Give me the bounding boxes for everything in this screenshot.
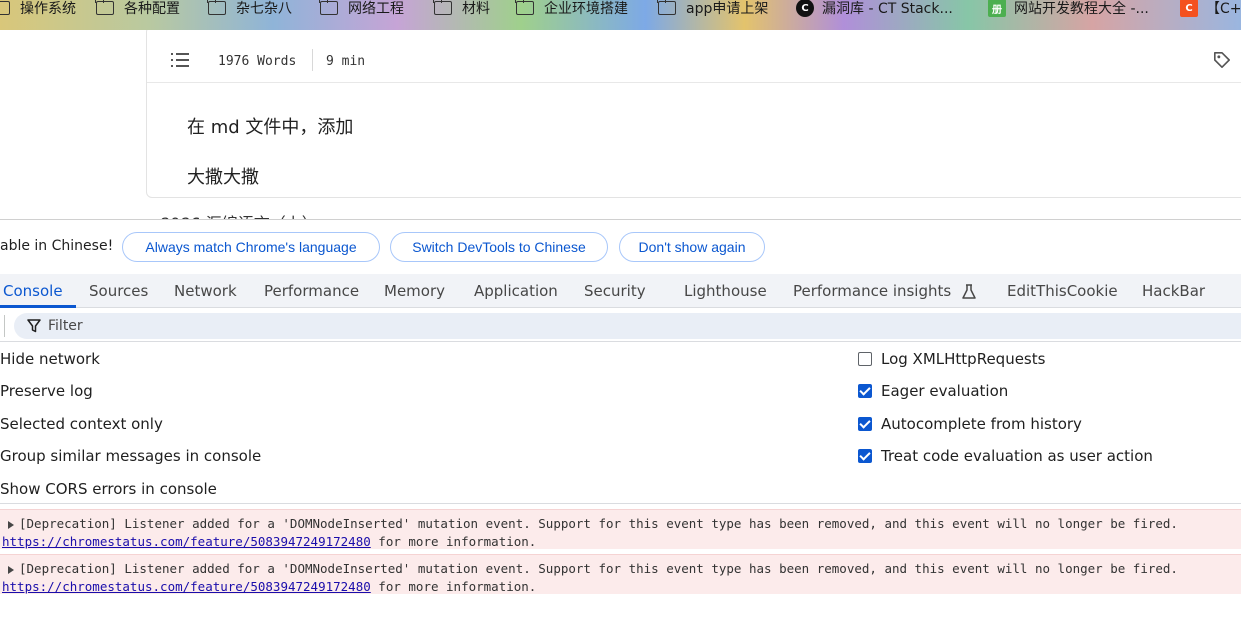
setting-autocomplete-history[interactable]: Autocomplete from history: [858, 415, 1082, 433]
tab-lighthouse[interactable]: Lighthouse: [684, 282, 767, 300]
toc-list-icon[interactable]: [171, 53, 189, 67]
setting-show-cors-errors[interactable]: Show CORS errors in console: [0, 480, 217, 498]
folder-icon: [0, 0, 10, 15]
active-tab-indicator: [0, 305, 76, 308]
setting-selected-context-only[interactable]: Selected context only: [0, 415, 163, 433]
switch-to-chinese-button[interactable]: Switch DevTools to Chinese: [390, 232, 608, 262]
checkbox-checked[interactable]: [858, 449, 872, 463]
flask-icon: [962, 283, 976, 299]
tab-sources[interactable]: Sources: [89, 282, 148, 300]
bookmark-folder[interactable]: 操作系统: [0, 0, 76, 17]
expand-triangle-icon[interactable]: [8, 520, 14, 529]
checkbox-checked[interactable]: [858, 417, 872, 431]
setting-eager-evaluation[interactable]: Eager evaluation: [858, 382, 1008, 400]
dont-show-again-button[interactable]: Don't show again: [619, 232, 765, 262]
filter-input[interactable]: Filter: [14, 313, 1241, 339]
folder-icon: [433, 0, 452, 15]
article-card: 1976 Words 9 min 在 md 文件中，添加 大撒大撒: [146, 30, 1241, 198]
message-link[interactable]: https://chromestatus.com/feature/5083947…: [2, 579, 371, 594]
bookmark-label: app申请上架: [686, 1, 769, 17]
bookmark-folder[interactable]: 材料: [433, 0, 490, 17]
checkbox-checked[interactable]: [858, 384, 872, 398]
filter-placeholder: Filter: [48, 318, 83, 334]
console-warning-message: [Deprecation] Listener added for a 'DOMN…: [0, 509, 1241, 549]
setting-label: Eager evaluation: [881, 382, 1009, 400]
tutorial-favicon: 册: [988, 0, 1006, 17]
bookmark-ctstack[interactable]: C 漏洞库 - CT Stack...: [796, 0, 953, 17]
bookmark-csdn[interactable]: C 【C+: [1180, 0, 1241, 17]
console-filter-bar: Filter: [0, 309, 1241, 342]
tab-editthiscookie[interactable]: EditThisCookie: [1007, 282, 1118, 300]
setting-group-similar[interactable]: Group similar messages in console: [0, 447, 261, 465]
tab-label: Performance insights: [793, 282, 952, 300]
ctstack-favicon: C: [796, 0, 814, 17]
bookmark-label: 杂七杂八: [236, 1, 292, 17]
expand-triangle-icon[interactable]: [8, 565, 14, 574]
console-settings: Hide network Preserve log Selected conte…: [0, 342, 1241, 504]
setting-treat-code-eval[interactable]: Treat code evaluation as user action: [858, 447, 1153, 465]
message-suffix: for more information.: [370, 534, 537, 549]
filter-icon: [27, 319, 41, 333]
folder-icon: [207, 0, 226, 15]
bookmark-folder[interactable]: 网络工程: [319, 0, 404, 17]
message-text: [Deprecation] Listener added for a 'DOMN…: [19, 561, 1178, 576]
bookmark-folder[interactable]: app申请上架: [657, 0, 769, 17]
devtools-tabbar: Console Sources Network Performance Memo…: [0, 274, 1241, 308]
bookmark-tutorial[interactable]: 册 网站开发教程大全 -...: [988, 0, 1149, 17]
bookmark-label: 各种配置: [124, 1, 180, 17]
tab-memory[interactable]: Memory: [384, 282, 445, 300]
article-text-line: 在 md 文件中，添加: [187, 117, 354, 138]
bookmark-folder[interactable]: 企业环境搭建: [515, 0, 628, 17]
bookmark-label: 材料: [462, 1, 490, 17]
bookmark-label: 操作系统: [20, 1, 76, 17]
article-text-line: 大撒大撒: [187, 167, 259, 188]
message-suffix: for more information.: [370, 579, 537, 594]
bookmark-label: 【C+: [1206, 1, 1241, 17]
checkbox-unchecked[interactable]: [858, 352, 872, 366]
bookmark-folder[interactable]: 各种配置: [95, 0, 180, 17]
tab-security[interactable]: Security: [584, 282, 646, 300]
always-match-language-button[interactable]: Always match Chrome's language: [122, 232, 380, 262]
message-text: [Deprecation] Listener added for a 'DOMN…: [19, 516, 1178, 531]
bookmark-folder[interactable]: 杂七杂八: [207, 0, 292, 17]
meta-divider: [312, 49, 313, 71]
tab-network[interactable]: Network: [174, 282, 237, 300]
tab-hackbar[interactable]: HackBar: [1142, 282, 1205, 300]
bookmark-label: 网站开发教程大全 -...: [1014, 1, 1149, 17]
infobar-message: able in Chinese!: [0, 238, 114, 254]
read-time: 9 min: [326, 54, 366, 69]
folder-icon: [319, 0, 338, 15]
setting-label: Treat code evaluation as user action: [881, 447, 1153, 465]
devtools-panel: able in Chinese! Always match Chrome's l…: [0, 219, 1241, 641]
bookmark-label: 网络工程: [348, 1, 404, 17]
article-meta-bar: 1976 Words 9 min: [147, 37, 1241, 83]
tab-console[interactable]: Console: [3, 282, 63, 300]
setting-preserve-log[interactable]: Preserve log: [0, 382, 93, 400]
folder-icon: [95, 0, 114, 15]
setting-label: Log XMLHttpRequests: [881, 350, 1046, 368]
folder-icon: [657, 0, 676, 15]
message-link[interactable]: https://chromestatus.com/feature/5083947…: [2, 534, 371, 549]
next-article-title[interactable]: 8086 汇编语言（上）: [160, 210, 318, 219]
setting-hide-network[interactable]: Hide network: [0, 350, 100, 368]
bookmarks-bar: 操作系统 各种配置 杂七杂八 网络工程 材料 企业环境搭建 app申请上架 C …: [0, 0, 1241, 30]
tab-performance[interactable]: Performance: [264, 282, 359, 300]
setting-label: Autocomplete from history: [881, 415, 1082, 433]
word-count: 1976 Words: [218, 54, 297, 69]
web-page: 1976 Words 9 min 在 md 文件中，添加 大撒大撒 8086 汇…: [0, 30, 1241, 219]
folder-icon: [515, 0, 534, 15]
bookmark-label: 漏洞库 - CT Stack...: [822, 1, 953, 17]
setting-log-xhr[interactable]: Log XMLHttpRequests: [858, 350, 1045, 368]
toolbar-divider: [4, 315, 5, 337]
bookmark-label: 企业环境搭建: [544, 1, 628, 17]
csdn-favicon: C: [1180, 0, 1198, 17]
language-infobar: able in Chinese! Always match Chrome's l…: [0, 220, 1241, 274]
console-warning-message: [Deprecation] Listener added for a 'DOMN…: [0, 554, 1241, 594]
tab-performance-insights[interactable]: Performance insights: [793, 282, 976, 300]
tab-application[interactable]: Application: [474, 282, 558, 300]
tag-icon[interactable]: [1213, 51, 1231, 69]
